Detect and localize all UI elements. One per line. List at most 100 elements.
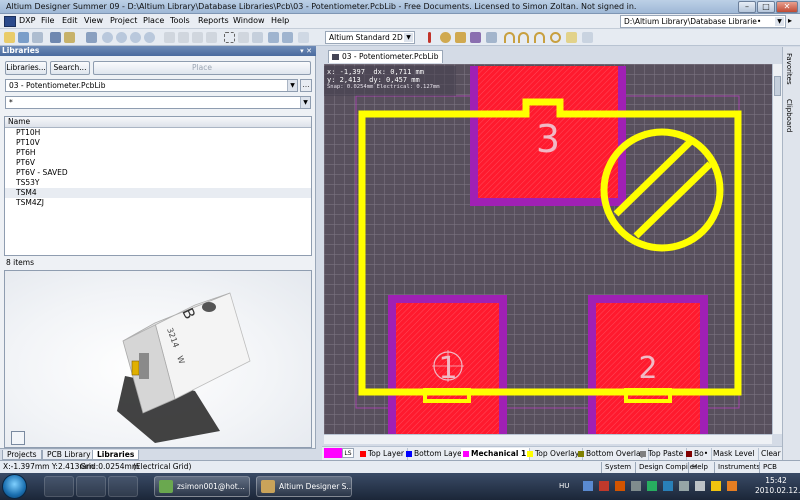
view-config-select[interactable]: Altium Standard 2D ▼ [325,31,415,44]
task-altium[interactable]: Altium Designer S... [256,476,352,497]
search-button[interactable]: Search... [50,61,90,75]
circle-icon[interactable] [550,32,561,43]
layer-tab-top-paste[interactable]: Top Paste [638,448,688,460]
deselect-icon[interactable] [252,32,263,43]
array-paste-icon[interactable] [582,32,593,43]
chevron-down-icon[interactable]: ▼ [404,33,413,42]
library-options-button[interactable]: … [300,79,312,92]
tab-pcb-library[interactable]: PCB Library [42,450,96,460]
layer-tab-bottom-paste[interactable]: Bo• [684,448,713,460]
layer-set-button[interactable]: LS [342,448,354,458]
menu-place[interactable]: Place [143,16,164,25]
menu-help[interactable]: Help [271,16,289,25]
string-icon[interactable] [470,32,481,43]
list-item[interactable]: TSM4ZJ [5,198,311,208]
menu-window[interactable]: Window [233,16,265,25]
system-button[interactable]: System [601,462,634,473]
zoom-selected-icon[interactable] [130,32,141,43]
library-select[interactable]: 03 - Potentiometer.PcbLib ▼ [5,79,298,92]
tray-app-icon[interactable] [615,481,625,491]
scrollbar-thumb[interactable] [774,76,781,96]
tab-favorites[interactable]: Favorites [785,53,793,85]
task-messenger[interactable]: zsimon001@hot... [154,476,250,497]
open-icon[interactable] [4,32,15,43]
arc-center-icon[interactable] [504,32,515,43]
help-button[interactable]: Help [688,462,711,473]
filter-input[interactable]: * ▼ [5,96,311,109]
list-item[interactable]: PT6V - SAVED [5,168,311,178]
rubber-stamp-icon[interactable] [206,32,217,43]
tab-clipboard[interactable]: Clipboard [785,99,793,132]
cut-icon[interactable] [164,32,175,43]
place-button[interactable]: Place [93,61,311,75]
list-item[interactable]: TS53Y [5,178,311,188]
tab-libraries[interactable]: Libraries [92,450,140,460]
menu-edit[interactable]: Edit [62,16,78,25]
layer-tab-bottom-layer[interactable]: Bottom Layer [404,448,469,460]
list-item[interactable]: PT10V [5,138,311,148]
media-player-icon[interactable] [76,476,106,497]
move-icon[interactable] [238,32,249,43]
libraries-button[interactable]: Libraries... [5,61,47,75]
zoom-filter-icon[interactable] [144,32,155,43]
fill-icon[interactable] [566,32,577,43]
list-item[interactable]: PT6V [5,158,311,168]
list-item-selected[interactable]: TSM4 [5,188,311,198]
menu-tools[interactable]: Tools [170,16,190,25]
menu-project[interactable]: Project [110,16,137,25]
arc-any-icon[interactable] [534,32,545,43]
layer-tab-top-overlay[interactable]: Top Overlay [525,448,584,460]
chevron-down-icon[interactable]: ▼ [300,97,310,108]
tab-document[interactable]: 03 - Potentiometer.PcbLib [328,50,444,63]
pad-2[interactable]: 2 [588,295,708,434]
pad-1[interactable]: 1 [388,295,507,434]
menu-dxp[interactable]: DXP [19,16,35,25]
mask-level-button[interactable]: Mask Level [710,448,759,460]
clock[interactable]: 15:42 2010.02.12. [755,476,800,496]
start-button-icon[interactable] [2,474,27,499]
print-icon[interactable] [32,32,43,43]
save-icon[interactable] [18,32,29,43]
instruments-button[interactable]: Instruments [714,462,763,473]
vertical-scrollbar[interactable] [772,64,782,434]
list-item[interactable]: PT6H [5,148,311,158]
folder-icon[interactable] [44,476,74,497]
pcb-button[interactable]: PCB [759,462,780,473]
navigate-forward-icon[interactable]: ▸ [788,16,798,26]
document-path-field[interactable]: D:\Altium Library\Database Librarie• ▼ [620,15,786,28]
horizontal-scrollbar[interactable] [324,434,772,444]
network-icon[interactable] [679,481,689,491]
tray-app-icon[interactable] [631,481,641,491]
tray-app-icon[interactable] [583,481,593,491]
grid-icon[interactable] [298,32,309,43]
chevron-down-icon[interactable]: ▼ [775,17,784,26]
volume-icon[interactable] [695,481,705,491]
pcb-canvas[interactable]: 3 1 2 x: -1,397 dx: 0,711 mm y: 2,413 dy… [324,64,780,434]
arc-edge-icon[interactable] [518,32,529,43]
3d-view-icon[interactable] [86,32,97,43]
board-icon[interactable] [50,32,61,43]
line-icon[interactable] [428,32,431,43]
select-area-icon[interactable] [224,32,235,43]
column-header-name[interactable]: Name [5,117,311,128]
pin-icon[interactable]: ▾ ✕ [300,46,312,56]
layer-tab-mechanical-1[interactable]: Mechanical 1 [461,448,531,460]
internet-explorer-icon[interactable] [108,476,138,497]
dxp-logo-icon[interactable] [4,16,16,27]
tab-projects[interactable]: Projects [2,450,42,460]
paste-icon[interactable] [192,32,203,43]
minimize-button[interactable]: – [738,1,756,13]
maximize-button[interactable]: □ [757,1,775,13]
browse-icon[interactable] [64,32,75,43]
undo-icon[interactable] [268,32,279,43]
clear-button[interactable]: Clear [758,448,784,460]
close-button[interactable]: ✕ [776,1,798,13]
menu-file[interactable]: File [41,16,54,25]
coordinate-icon[interactable] [486,32,497,43]
tray-app-icon[interactable] [599,481,609,491]
redo-icon[interactable] [282,32,293,43]
3d-preview[interactable]: B 3214 W [4,270,312,448]
zoom-fit-icon[interactable] [102,32,113,43]
language-indicator[interactable]: HU [559,482,569,490]
copy-icon[interactable] [178,32,189,43]
